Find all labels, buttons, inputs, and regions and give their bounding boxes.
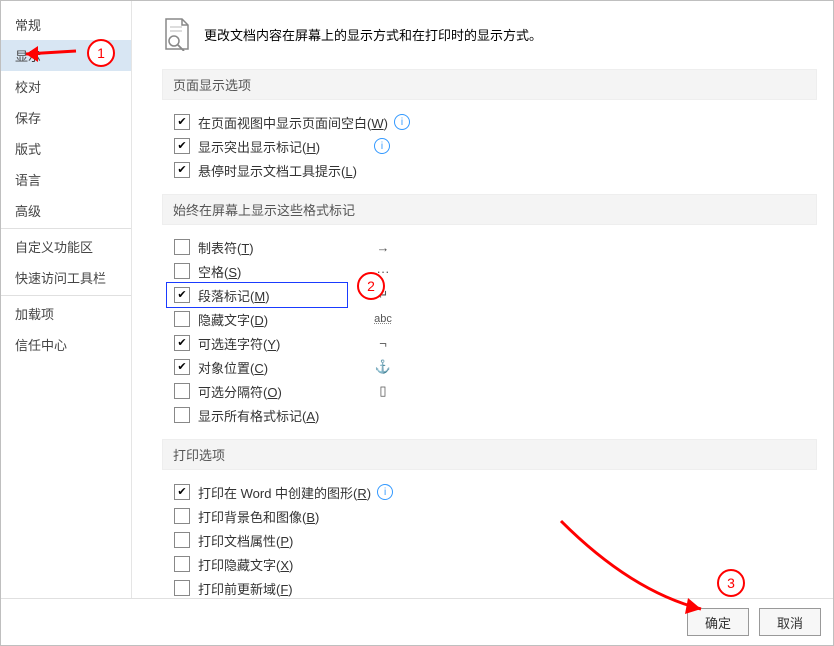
section-page-display: 页面显示选项 xyxy=(162,69,817,100)
sidebar-item-trust[interactable]: 信任中心 xyxy=(1,329,131,360)
checkbox[interactable] xyxy=(174,311,190,327)
checkbox[interactable] xyxy=(174,359,190,375)
sidebar-item-save[interactable]: 保存 xyxy=(1,102,131,133)
sidebar-item-addins[interactable]: 加载项 xyxy=(1,298,131,329)
formatting-option[interactable]: 对象位置(C)⚓ xyxy=(174,355,817,379)
formatting-option[interactable]: 显示所有格式标记(A) xyxy=(174,403,817,427)
panel-description: 更改文档内容在屏幕上的显示方式和在打印时的显示方式。 xyxy=(204,25,542,44)
option-label: 在页面视图中显示页面间空白(W) xyxy=(198,113,388,132)
sidebar-separator xyxy=(1,295,131,296)
sidebar-item-layout[interactable]: 版式 xyxy=(1,133,131,164)
option-label: 打印在 Word 中创建的图形(R) xyxy=(198,483,371,502)
option-label: 段落标记(M) xyxy=(198,286,368,305)
dialog-footer: 确定 取消 xyxy=(1,598,833,645)
document-search-icon xyxy=(162,17,192,51)
format-symbol: ↵ xyxy=(368,287,398,303)
formatting-option[interactable]: 可选连字符(Y)¬ xyxy=(174,331,817,355)
print-option[interactable]: 打印在 Word 中创建的图形(R) i xyxy=(174,480,817,504)
checkbox[interactable] xyxy=(174,508,190,524)
option-label: 打印文档属性(P) xyxy=(198,531,368,550)
checkbox[interactable] xyxy=(174,287,190,303)
section-formatting-marks: 始终在屏幕上显示这些格式标记 xyxy=(162,194,817,225)
formatting-option[interactable]: 段落标记(M)↵ xyxy=(174,283,817,307)
print-option[interactable]: 打印文档属性(P) xyxy=(174,528,817,552)
option-label: 隐藏文字(D) xyxy=(198,310,368,329)
info-icon[interactable]: i xyxy=(394,114,410,130)
checkbox[interactable] xyxy=(174,383,190,399)
info-icon[interactable]: i xyxy=(374,138,390,154)
format-symbol: ¬ xyxy=(368,336,398,351)
display-options-panel: 更改文档内容在屏幕上的显示方式和在打印时的显示方式。 页面显示选项 在页面视图中… xyxy=(132,1,833,598)
sidebar-item-ribbon[interactable]: 自定义功能区 xyxy=(1,231,131,262)
format-symbol: abc xyxy=(368,313,398,325)
print-option[interactable]: 打印背景色和图像(B) xyxy=(174,504,817,528)
format-symbol: ▯ xyxy=(368,383,398,399)
option-label: 悬停时显示文档工具提示(L) xyxy=(198,161,368,180)
checkbox[interactable] xyxy=(174,532,190,548)
format-symbol: ⚓ xyxy=(368,359,398,375)
option-label: 打印隐藏文字(X) xyxy=(198,555,368,574)
sidebar-item-display[interactable]: 显示 xyxy=(1,40,131,71)
formatting-option[interactable]: 隐藏文字(D)abc xyxy=(174,307,817,331)
checkbox[interactable] xyxy=(174,138,190,154)
checkbox[interactable] xyxy=(174,335,190,351)
format-symbol: ··· xyxy=(368,264,398,279)
option-label: 打印前更新域(F) xyxy=(198,579,368,598)
checkbox[interactable] xyxy=(174,484,190,500)
sidebar-separator xyxy=(1,228,131,229)
checkbox[interactable] xyxy=(174,556,190,572)
page-display-option[interactable]: 显示突出显示标记(H) i xyxy=(174,134,817,158)
sidebar-item-qat[interactable]: 快速访问工具栏 xyxy=(1,262,131,293)
option-label: 空格(S) xyxy=(198,262,368,281)
formatting-option[interactable]: 制表符(T)→ xyxy=(174,235,817,259)
checkbox[interactable] xyxy=(174,407,190,423)
info-icon[interactable]: i xyxy=(377,484,393,500)
formatting-option[interactable]: 空格(S)··· xyxy=(174,259,817,283)
sidebar-item-proofing[interactable]: 校对 xyxy=(1,71,131,102)
option-label: 制表符(T) xyxy=(198,238,368,257)
checkbox[interactable] xyxy=(174,239,190,255)
sidebar-item-advanced[interactable]: 高级 xyxy=(1,195,131,226)
option-label: 打印背景色和图像(B) xyxy=(198,507,368,526)
print-option[interactable]: 打印前更新域(F) xyxy=(174,576,817,598)
page-display-option[interactable]: 在页面视图中显示页面间空白(W) i xyxy=(174,110,817,134)
cancel-button[interactable]: 取消 xyxy=(759,608,821,636)
sidebar-item-general[interactable]: 常规 xyxy=(1,9,131,40)
sidebar-item-language[interactable]: 语言 xyxy=(1,164,131,195)
option-label: 可选连字符(Y) xyxy=(198,334,368,353)
option-label: 对象位置(C) xyxy=(198,358,368,377)
checkbox[interactable] xyxy=(174,162,190,178)
option-label: 显示突出显示标记(H) xyxy=(198,137,368,156)
print-option[interactable]: 打印隐藏文字(X) xyxy=(174,552,817,576)
category-sidebar: 常规 显示 校对 保存 版式 语言 高级 自定义功能区 快速访问工具栏 加载项 … xyxy=(1,1,132,598)
formatting-option[interactable]: 可选分隔符(O)▯ xyxy=(174,379,817,403)
format-symbol: → xyxy=(368,240,398,255)
checkbox[interactable] xyxy=(174,580,190,596)
checkbox[interactable] xyxy=(174,114,190,130)
options-dialog: 常规 显示 校对 保存 版式 语言 高级 自定义功能区 快速访问工具栏 加载项 … xyxy=(0,0,834,646)
checkbox[interactable] xyxy=(174,263,190,279)
page-display-option[interactable]: 悬停时显示文档工具提示(L) xyxy=(174,158,817,182)
option-label: 显示所有格式标记(A) xyxy=(198,406,368,425)
section-print-options: 打印选项 xyxy=(162,439,817,470)
ok-button[interactable]: 确定 xyxy=(687,608,749,636)
option-label: 可选分隔符(O) xyxy=(198,382,368,401)
